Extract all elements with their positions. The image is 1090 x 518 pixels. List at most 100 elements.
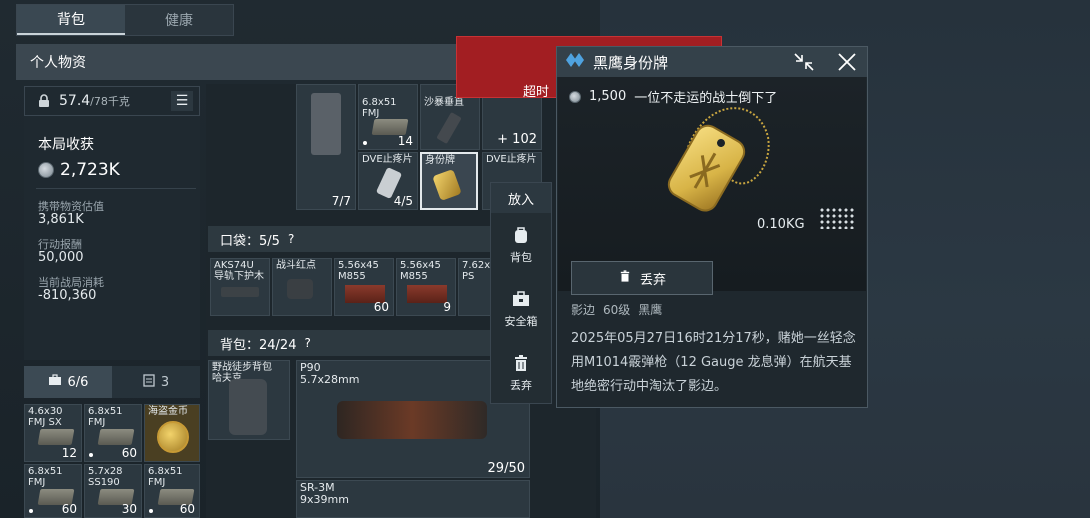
backpack-bag-icon: [229, 379, 267, 435]
item-dot: [29, 509, 33, 513]
weapon-name: SR-3M: [300, 481, 335, 494]
detail-weight: 0.10KG: [757, 217, 805, 232]
pocket-item-1[interactable]: AKS74U 导轨下护木: [210, 258, 270, 316]
top-ammo-item[interactable]: 6.8x51 FMJ 14: [358, 84, 418, 150]
secure-item-5[interactable]: 5.7x28 SS190 30: [84, 464, 142, 518]
backpack-bag-item[interactable]: 野战徒步背包 哈夫克: [208, 360, 290, 440]
detail-tagline: 一位不走运的战士倒下了: [634, 91, 778, 106]
secure-item-2[interactable]: 6.8x51 FMJ 60: [84, 404, 142, 462]
help-icon[interactable]: ?: [304, 336, 318, 350]
pocket-item-3[interactable]: 5.56x45 M855 60: [334, 258, 394, 316]
secure-item-4[interactable]: 6.8x51 FMJ 60: [24, 464, 82, 518]
weight-value: 57.4: [59, 93, 91, 109]
weight-row: 57.4 /78千克 ☰: [24, 86, 200, 116]
item-label: 5.56x45 M855: [338, 260, 379, 282]
safe-box-icon: [511, 289, 531, 309]
pocket-item-4[interactable]: 5.56x45 M855 9: [396, 258, 456, 316]
ammo-icon: [97, 429, 135, 445]
tab-secure-container[interactable]: 6/6: [24, 366, 112, 398]
diamond-icon: [565, 52, 587, 72]
value-row: 1,500 一位不走运的战士倒下了: [569, 87, 777, 106]
grenade-icon: [436, 112, 462, 144]
list-menu-icon[interactable]: ☰: [171, 91, 193, 111]
item-label: 6.8x51 FMJ: [362, 97, 397, 119]
item-label: DVE止疼片: [486, 154, 537, 165]
tab-clipboard[interactable]: 3: [112, 366, 200, 398]
tab-health[interactable]: 健康: [125, 5, 233, 35]
stat-value-reward: 50,000: [38, 250, 84, 265]
item-label: 5.56x45 M855: [400, 260, 441, 282]
container-tabs: 6/6 3: [24, 366, 200, 398]
detail-image-area: [558, 77, 866, 291]
earnings-value: 2,723K: [60, 160, 120, 180]
item-label: 海盗金币: [148, 406, 188, 417]
pocket-header: 口袋：5/5 ?: [208, 226, 498, 252]
item-count: 60: [373, 300, 389, 314]
stat-value-carried: 3,861K: [38, 212, 84, 227]
weapon-caliber: 5.7x28mm: [300, 373, 360, 386]
divider: [36, 188, 196, 189]
collapse-icon[interactable]: [793, 52, 815, 76]
tab-clipboard-label: 3: [160, 374, 170, 390]
coin-icon: [569, 90, 581, 103]
weapon-caliber: 9x39mm: [300, 493, 349, 506]
tab-secure-label: 6/6: [67, 374, 89, 390]
item-label: 5.7x28 SS190: [88, 466, 123, 488]
item-dot: [89, 453, 93, 457]
secure-item-1[interactable]: 4.6x30 FMJ SX 12: [24, 404, 82, 462]
detail-header: 黑鹰身份牌: [557, 47, 867, 77]
secure-item-6[interactable]: 6.8x51 FMJ 60: [144, 464, 200, 518]
item-count: 60: [121, 446, 137, 460]
tab-backpack[interactable]: 背包: [17, 5, 125, 35]
owner-class: 黑鹰: [638, 303, 663, 317]
item-label: 沙暴垂直: [424, 97, 464, 108]
ammo-icon: [371, 119, 409, 135]
weapon-ammo: 29/50: [487, 461, 525, 476]
painkiller-item[interactable]: DVE止疼片 4/5: [358, 152, 418, 210]
menu-item-backpack[interactable]: 背包: [491, 213, 551, 277]
item-label: 战斗红点: [276, 260, 316, 271]
close-icon[interactable]: [837, 52, 857, 76]
item-label: DVE止疼片: [362, 154, 413, 165]
item-label: AKS74U 导轨下护木: [214, 260, 264, 282]
help-icon[interactable]: ?: [288, 232, 302, 246]
pocket-item-2[interactable]: 战斗红点: [272, 258, 332, 316]
pocket-item-5[interactable]: 7.62x PS: [458, 258, 492, 316]
rig-icon: [311, 93, 341, 155]
detail-title: 黑鹰身份牌: [593, 53, 669, 72]
item-count: 7/7: [331, 194, 351, 208]
context-menu: 放入 背包 安全箱 丢弃: [490, 182, 552, 404]
item-count: 60: [61, 502, 77, 516]
discard-button[interactable]: 丢弃: [571, 261, 713, 295]
item-label: 6.8x51 FMJ: [148, 466, 183, 488]
dogtag-item-selected[interactable]: 身份牌: [420, 152, 478, 210]
weapon-sr3m[interactable]: SR-3M 9x39mm: [296, 480, 530, 518]
handguard-icon: [221, 287, 259, 297]
menu-item-discard[interactable]: 丢弃: [491, 341, 551, 405]
menu-item-label: 丢弃: [510, 379, 532, 392]
item-detail-panel: 黑鹰身份牌 1,500 一位不走运的战士倒下了 0.10KG 丢弃 影边 60级…: [556, 46, 868, 408]
secure-item-3[interactable]: 海盗金币: [144, 404, 200, 462]
menu-item-safe-box[interactable]: 安全箱: [491, 277, 551, 341]
menu-item-label: 安全箱: [504, 315, 538, 328]
item-count: 14: [397, 134, 413, 148]
rig-item[interactable]: 7/7: [296, 84, 356, 210]
weapon-name: P90: [300, 361, 321, 374]
trash-icon: [618, 269, 632, 287]
item-count: 4/5: [393, 194, 413, 208]
item-count: 60: [179, 502, 195, 516]
trash-icon: [511, 353, 531, 373]
ammo-box-icon: [407, 285, 447, 303]
backpack-icon: [511, 225, 531, 245]
earnings-title: 本局收获: [38, 137, 94, 153]
earnings-value-row: 2,723K: [38, 160, 120, 180]
owner-row: 影边 60级 黑鹰: [571, 301, 662, 318]
coin-icon: [38, 162, 54, 178]
clipboard-icon: [143, 373, 155, 391]
timeout-text: 超时: [523, 85, 550, 100]
item-count: 9: [443, 300, 451, 314]
menu-item-label: 背包: [510, 251, 532, 264]
item-label: 6.8x51 FMJ: [28, 466, 63, 488]
item-dot: [363, 141, 367, 145]
backpack-header: 背包：24/24 ?: [208, 330, 498, 356]
